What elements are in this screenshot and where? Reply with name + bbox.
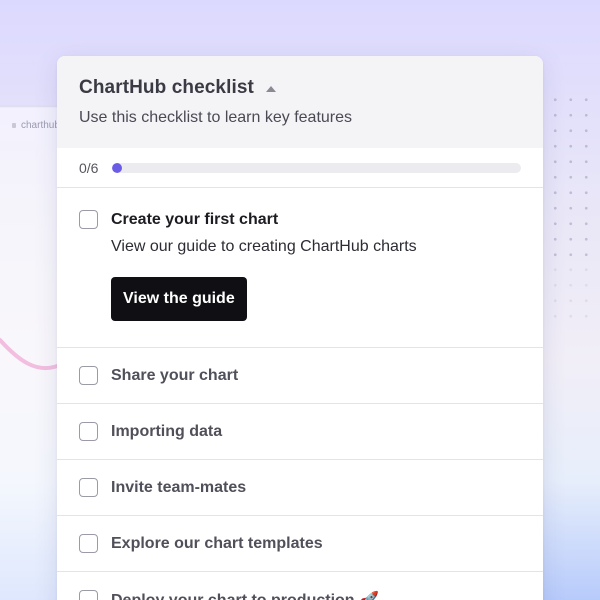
checklist-item-explore-templates[interactable]: Explore our chart templates xyxy=(57,516,543,572)
checklist-item-title: Deploy your chart to production 🚀 xyxy=(111,591,379,600)
checkbox[interactable] xyxy=(79,366,98,385)
checklist-item-title: Invite team-mates xyxy=(111,478,247,496)
checklist-item-title: Explore our chart templates xyxy=(111,534,323,552)
checkbox[interactable] xyxy=(79,534,98,553)
background-url-bar: charthub. xyxy=(0,120,63,131)
checkbox[interactable] xyxy=(79,478,98,497)
checklist-header[interactable]: ChartHub checklist Use this checklist to… xyxy=(57,56,543,148)
checklist-item-invite-team[interactable]: Invite team-mates xyxy=(57,460,543,516)
view-guide-button[interactable]: View the guide xyxy=(111,277,247,321)
checkbox[interactable] xyxy=(79,210,98,229)
checkbox[interactable] xyxy=(79,422,98,441)
checklist-title: ChartHub checklist xyxy=(79,77,254,98)
collapse-caret-icon[interactable] xyxy=(265,85,276,92)
checklist-item-create-chart[interactable]: Create your first chart View our guide t… xyxy=(57,188,543,348)
progress-section: 0/6 xyxy=(57,148,543,188)
checklist-item-importing-data[interactable]: Importing data xyxy=(57,404,543,460)
checklist-item-title: Create your first chart xyxy=(111,210,279,228)
checklist-subtitle: Use this checklist to learn key features xyxy=(79,109,353,126)
checklist-item-share-chart[interactable]: Share your chart xyxy=(57,348,543,404)
lock-icon xyxy=(12,122,16,128)
checklist-item-title: Share your chart xyxy=(111,366,239,384)
checklist-item-deploy-chart[interactable]: Deploy your chart to production 🚀 xyxy=(57,572,543,600)
progress-bar xyxy=(112,162,521,173)
progress-bar-fill xyxy=(112,162,122,173)
checklist-panel: ChartHub checklist Use this checklist to… xyxy=(57,56,543,600)
checklist-item-title: Importing data xyxy=(111,422,223,440)
progress-label: 0/6 xyxy=(79,159,99,176)
checkbox[interactable] xyxy=(79,590,98,600)
checklist-item-description: View our guide to creating ChartHub char… xyxy=(111,238,417,255)
